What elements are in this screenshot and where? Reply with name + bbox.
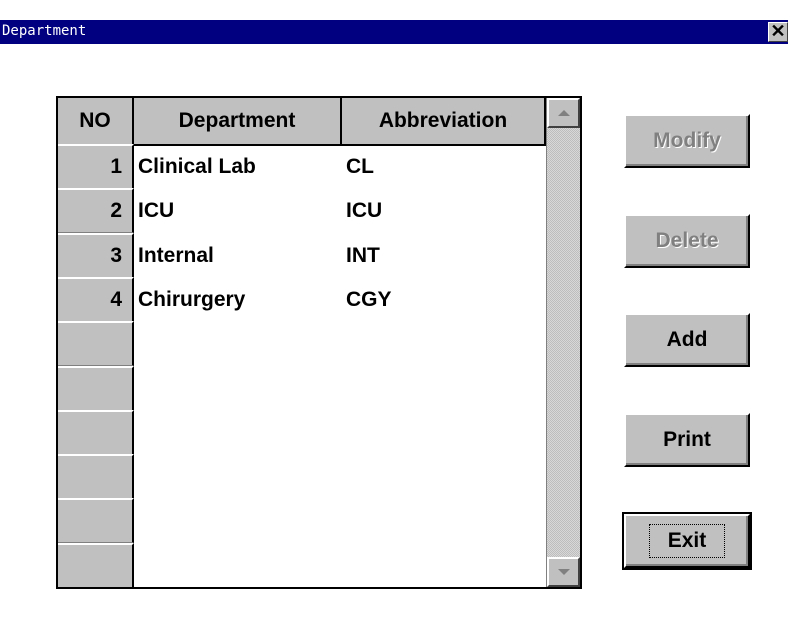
row-number-cell[interactable] <box>58 321 134 366</box>
modify-button[interactable]: Modify <box>624 114 750 168</box>
window-title: Department <box>2 23 87 39</box>
abbreviation-cell[interactable] <box>346 543 536 587</box>
abbreviation-cell[interactable]: INT <box>346 233 536 278</box>
abbreviation-cell[interactable]: CGY <box>346 277 536 322</box>
department-cell[interactable]: Clinical Lab <box>138 144 338 189</box>
department-grid[interactable]: NO Department Abbreviation 1 Clinical Lab… <box>56 96 582 589</box>
scroll-down-button[interactable] <box>547 557 580 587</box>
abbreviation-cell[interactable] <box>346 321 536 366</box>
arrow-down-icon <box>557 569 570 575</box>
department-cell[interactable] <box>138 321 338 366</box>
exit-button-label: Exit <box>648 524 726 558</box>
close-icon: ✕ <box>770 21 786 41</box>
column-header-no[interactable]: NO <box>58 98 134 146</box>
abbreviation-cell[interactable] <box>346 454 536 499</box>
department-cell[interactable] <box>138 366 338 411</box>
department-cell[interactable] <box>138 498 338 543</box>
department-window: Department ✕ NO Department Abbreviation … <box>0 0 788 641</box>
add-button[interactable]: Add <box>624 313 750 367</box>
abbreviation-cell[interactable] <box>346 366 536 411</box>
title-bar[interactable]: Department ✕ <box>0 20 788 44</box>
column-header-department[interactable]: Department <box>134 98 342 146</box>
department-cell[interactable] <box>138 410 338 455</box>
scroll-up-button[interactable] <box>547 98 580 128</box>
row-number-cell[interactable]: 4 <box>58 277 134 322</box>
department-cell[interactable]: ICU <box>138 188 338 233</box>
column-header-abbreviation[interactable]: Abbreviation <box>342 98 546 146</box>
exit-button[interactable]: Exit <box>622 512 752 570</box>
department-cell[interactable]: Internal <box>138 233 338 278</box>
row-number-cell[interactable] <box>58 454 134 499</box>
row-number-cell[interactable] <box>58 410 134 455</box>
department-cell[interactable] <box>138 543 338 587</box>
abbreviation-cell[interactable]: CL <box>346 144 536 189</box>
row-number-cell[interactable] <box>58 366 134 411</box>
row-number-cell[interactable]: 2 <box>58 188 134 233</box>
row-number-cell[interactable] <box>58 543 134 587</box>
row-number-cell[interactable] <box>58 498 134 543</box>
row-number-cell[interactable]: 3 <box>58 233 134 278</box>
department-cell[interactable]: Chirurgery <box>138 277 338 322</box>
row-number-cell[interactable]: 1 <box>58 144 134 189</box>
abbreviation-cell[interactable] <box>346 410 536 455</box>
vertical-scrollbar[interactable] <box>546 98 580 587</box>
abbreviation-cell[interactable]: ICU <box>346 188 536 233</box>
department-cell[interactable] <box>138 454 338 499</box>
close-button[interactable]: ✕ <box>768 22 788 42</box>
print-button[interactable]: Print <box>624 413 750 467</box>
abbreviation-cell[interactable] <box>346 498 536 543</box>
delete-button[interactable]: Delete <box>624 214 750 268</box>
arrow-up-icon <box>557 110 570 116</box>
